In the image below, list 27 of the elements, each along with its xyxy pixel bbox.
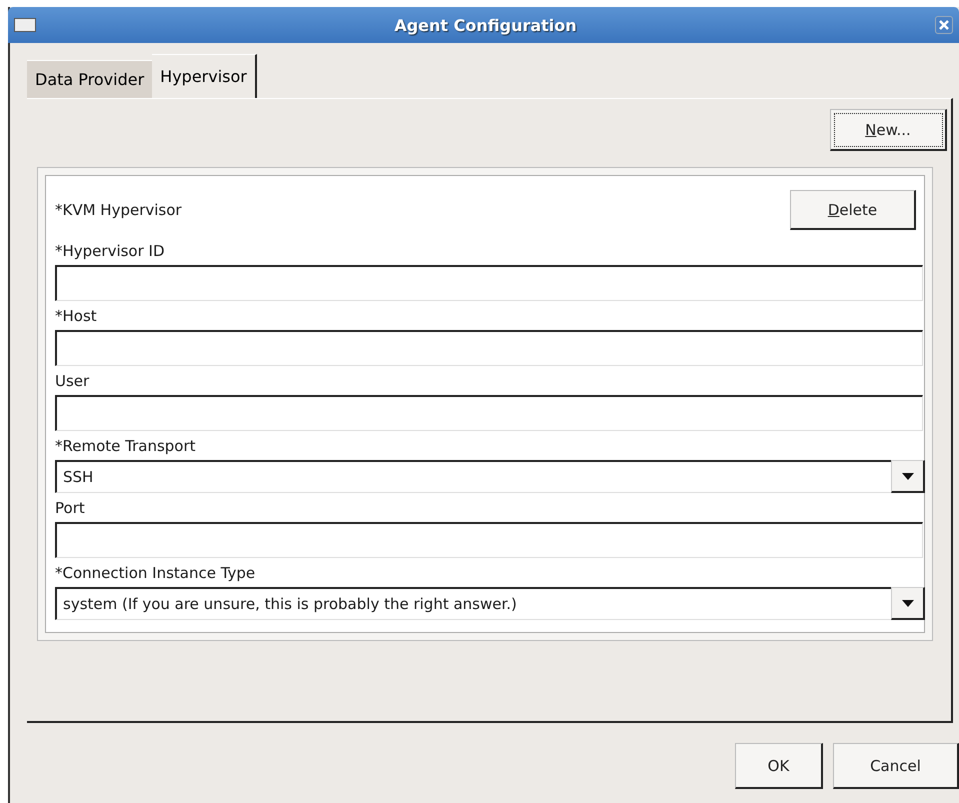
field-label: User (55, 371, 90, 392)
tab[interactable]: Hypervisor (152, 54, 257, 98)
new-button[interactable]: New... (830, 109, 947, 151)
text-field[interactable] (55, 265, 923, 301)
caret-icon (902, 472, 914, 480)
field-label: *Host (55, 306, 98, 327)
field-label: *Remote Transport (55, 436, 197, 457)
close-icon (939, 20, 949, 30)
text-field[interactable] (55, 330, 923, 366)
window-icon (14, 18, 36, 32)
dropdown-button[interactable] (891, 460, 925, 493)
ok-button[interactable]: OK (735, 743, 823, 789)
dropdown-field[interactable]: system (If you are unsure, this is probably the right answer.) (55, 587, 891, 620)
delete-button[interactable]: Delete (790, 190, 916, 230)
cancel-button[interactable]: Cancel (833, 743, 959, 789)
dropdown-button[interactable] (891, 587, 925, 620)
field-label: Port (55, 498, 86, 519)
text-field[interactable] (55, 522, 923, 558)
tab[interactable]: Data Provider (27, 60, 152, 98)
field-label: *Hypervisor ID (55, 241, 166, 262)
dropdown-field[interactable]: SSH (55, 460, 891, 493)
caret-icon (902, 600, 914, 606)
window-title: Agent Configuration (393, 16, 578, 34)
field-label: *Connection Instance Type (55, 563, 256, 584)
close-button[interactable] (935, 16, 953, 34)
text-field[interactable] (55, 395, 923, 431)
section-title: *KVM Hypervisor (55, 201, 182, 219)
